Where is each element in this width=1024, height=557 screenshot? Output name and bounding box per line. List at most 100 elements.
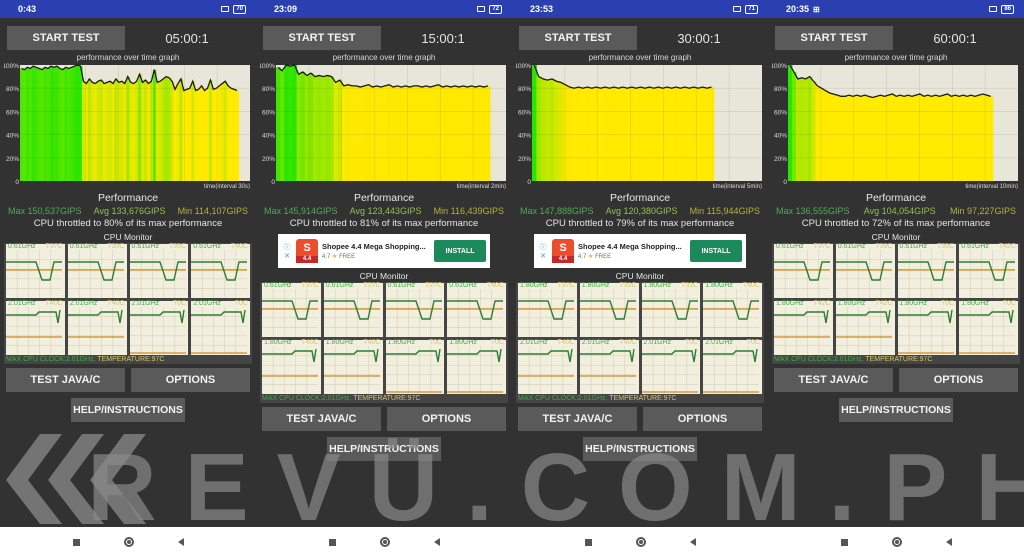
frequency-line: [703, 300, 760, 320]
options-button[interactable]: OPTIONS: [387, 407, 506, 431]
core-temperature: T0C: [1002, 300, 1016, 307]
clock: 0:43: [18, 4, 37, 14]
core-plot: [703, 346, 760, 394]
y-tick-label: 0: [15, 179, 19, 186]
performance-bar: [656, 87, 662, 181]
help-instructions-button[interactable]: HELP/INSTRUCTIONS: [839, 398, 953, 422]
performance-bar: [894, 96, 899, 181]
core-plot: [6, 250, 62, 298]
status-bar: 0:43 70: [0, 0, 256, 18]
ad-banner[interactable]: ⓘ ✕ S 4.4 Shopee 4.4 Mega Shopping... 4.7…: [534, 234, 746, 268]
help-instructions-button[interactable]: HELP/INSTRUCTIONS: [583, 437, 697, 461]
performance-bar: [399, 87, 405, 181]
recent-apps-button[interactable]: [328, 538, 336, 546]
y-tick-label: 100%: [516, 63, 531, 70]
performance-bar: [362, 85, 368, 181]
back-button[interactable]: [945, 538, 952, 546]
test-java-c-button[interactable]: TEST JAVA/C: [774, 368, 893, 392]
options-button[interactable]: OPTIONS: [131, 368, 250, 392]
core-frequency: 0.61GHz: [387, 282, 416, 289]
battery-icon: 71: [745, 4, 758, 14]
ad-banner[interactable]: ⓘ ✕ S 4.4 Shopee 4.4 Mega Shopping... 4.7…: [278, 234, 490, 268]
cpu-core-graph: 1.80GHz T0C: [385, 339, 445, 394]
test-java-c-button[interactable]: TEST JAVA/C: [6, 368, 125, 392]
home-button[interactable]: [123, 537, 134, 547]
performance-bar: [886, 95, 891, 181]
install-button[interactable]: INSTALL: [434, 240, 486, 262]
performance-bar: [929, 96, 935, 181]
performance-bar: [419, 87, 425, 181]
y-tick-label: 60%: [774, 109, 787, 116]
performance-graph: 100% 80% 60% 40% 20% 0 time(interval 10min): [772, 63, 1018, 189]
graph-title: performance over time graph: [844, 53, 948, 62]
performance-bar: [866, 96, 872, 181]
performance-stats: Max 145,914GIPS Avg 123,443GIPS Min 116,…: [256, 206, 512, 216]
options-button[interactable]: OPTIONS: [643, 407, 762, 431]
performance-bar: [984, 95, 990, 181]
core-frequency: 2.01GHz: [520, 339, 548, 346]
frequency-line: [897, 261, 954, 281]
y-tick-label: 40%: [518, 133, 531, 140]
start-test-button[interactable]: START TEST: [519, 26, 637, 50]
home-button[interactable]: [891, 537, 902, 547]
cpu-core-graph: 0.61GHz T40C: [191, 243, 250, 298]
performance-bar: [823, 90, 828, 181]
test-java-c-button[interactable]: TEST JAVA/C: [262, 407, 381, 431]
battery-icon: 70: [233, 4, 246, 14]
close-icon[interactable]: ✕: [540, 252, 546, 260]
home-button[interactable]: [635, 537, 646, 547]
core-frequency: 2.01GHz: [705, 339, 733, 346]
cpu-core-graph: 2.01GHz T0C: [641, 339, 701, 394]
performance-bar: [815, 85, 821, 181]
performance-bar: [682, 87, 688, 181]
cpu-core-graph: 1.80GHz T31C: [641, 282, 701, 337]
back-button[interactable]: [433, 538, 440, 546]
throttle-text: CPU throttled to 80% of its max performa…: [33, 218, 223, 229]
close-icon[interactable]: ✕: [284, 252, 290, 260]
cpu-monitor: 0.61GHz T37C 0.61GHz T27C 0.61GHz T27C 0…: [260, 282, 508, 403]
start-test-button[interactable]: START TEST: [775, 26, 893, 50]
core-frequency: 0.61GHz: [131, 243, 160, 250]
core-frequency: 0.61GHz: [449, 282, 477, 289]
info-icon[interactable]: ⓘ: [284, 242, 291, 252]
info-icon[interactable]: ⓘ: [540, 242, 547, 252]
performance-bar: [788, 65, 793, 181]
ad-price: FREE: [339, 254, 356, 260]
performance-title: Performance: [865, 192, 927, 204]
avg-gips: Avg 123,443GIPS: [349, 206, 422, 216]
performance-bar: [554, 81, 560, 181]
help-instructions-button[interactable]: HELP/INSTRUCTIONS: [327, 437, 441, 461]
performance-bar: [341, 85, 347, 181]
cpu-monitor: 1.80GHz T37C 1.80GHz T31C 1.80GHz T31C 1…: [516, 282, 764, 403]
start-test-button[interactable]: START TEST: [263, 26, 381, 50]
max-cpu-clock: MAX CPU CLOCK:2.01GHz,: [6, 356, 96, 363]
performance-bar: [428, 87, 433, 181]
recent-apps-button[interactable]: [584, 538, 592, 546]
performance-title: Performance: [609, 192, 671, 204]
core-plot: [129, 250, 186, 298]
y-tick-label: 80%: [774, 86, 787, 93]
performance-bar: [620, 87, 626, 181]
recent-apps-button[interactable]: [840, 538, 848, 546]
help-instructions-button[interactable]: HELP/INSTRUCTIONS: [71, 398, 185, 422]
throttle-text: CPU throttled to 81% of its max performa…: [289, 218, 479, 229]
back-button[interactable]: [177, 538, 184, 546]
y-tick-label: 80%: [6, 86, 19, 93]
performance-bar: [532, 65, 538, 181]
recent-apps-button[interactable]: [72, 538, 80, 546]
install-button[interactable]: INSTALL: [690, 240, 742, 262]
home-button[interactable]: [379, 537, 390, 547]
test-java-c-button[interactable]: TEST JAVA/C: [518, 407, 637, 431]
options-button[interactable]: OPTIONS: [899, 368, 1018, 392]
performance-bar: [345, 84, 351, 181]
start-test-button[interactable]: START TEST: [7, 26, 125, 50]
performance-graph: 100% 80% 60% 40% 20% 0 time(interval 5min): [516, 63, 762, 189]
performance-bar: [988, 96, 994, 181]
core-plot: [518, 289, 574, 337]
core-frequency: 1.80GHz: [776, 300, 804, 307]
max-gips: Max 147,888GIPS: [520, 206, 594, 216]
cpu-core-graph: 0.61GHz T27C: [323, 282, 383, 337]
performance-bar: [387, 84, 392, 181]
core-frequency: 0.61GHz: [837, 243, 866, 250]
back-button[interactable]: [689, 538, 696, 546]
